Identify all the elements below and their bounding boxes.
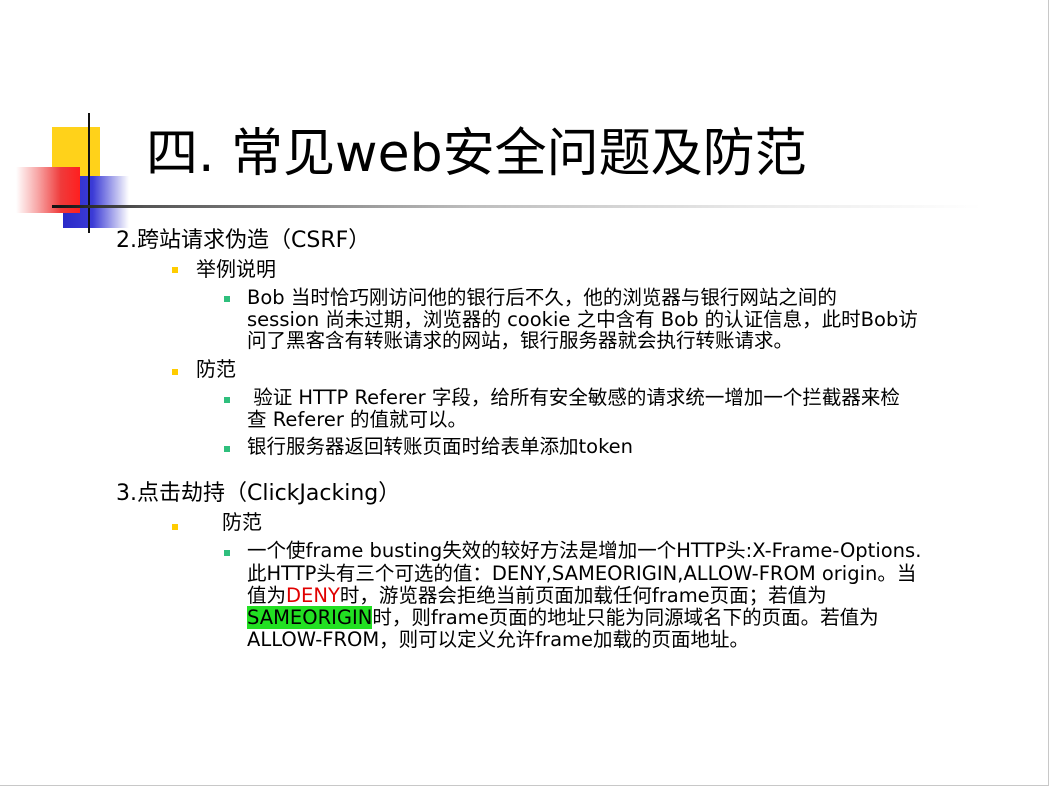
text-segment: 值为 <box>247 584 287 607</box>
paragraph-line: 问了黑客含有转账请求的网站，银行服务器就会执行转账请求。 <box>247 329 794 352</box>
paragraph-line: Bob 当时恰巧刚访问他的银行后不久，他的浏览器与银行网站之间的 <box>247 286 837 309</box>
item-label-example: 举例说明 <box>196 257 276 281</box>
level2-bullet <box>224 397 230 403</box>
paragraph-line: 值为DENY时，游览器会拒绝当前页面加载任何frame页面；若值为 <box>247 585 827 607</box>
paragraph-line: 此HTTP头有三个可选的值：DENY,SAMEORIGIN,ALLOW-FROM… <box>247 562 917 585</box>
level2-bullet <box>224 446 230 452</box>
text-segment: 时，游览器会拒绝当前页面加载任何frame页面；若值为 <box>339 584 827 607</box>
sameorigin-keyword: SAMEORIGIN <box>247 606 373 629</box>
level2-bullet <box>224 296 230 302</box>
level1-bullet <box>172 524 178 530</box>
logo-vertical-line <box>88 113 90 233</box>
title-underline <box>52 205 982 208</box>
section-heading-clickjacking: 3.点击劫持（ClickJacking） <box>116 481 401 506</box>
paragraph-line: 一个使frame busting失效的较好方法是增加一个HTTP头:X-Fram… <box>247 539 922 562</box>
deny-keyword: DENY <box>286 584 340 607</box>
paragraph-line: ALLOW-FROM，则可以定义允许frame加载的页面地址。 <box>247 628 750 651</box>
paragraph-line: 查 Referer 的值就可以。 <box>247 408 468 431</box>
level1-bullet <box>172 369 178 375</box>
paragraph-line: 银行服务器返回转账页面时给表单添加token <box>247 435 634 458</box>
item-label-defense: 防范 <box>222 510 262 534</box>
level2-bullet <box>224 550 230 556</box>
text-segment: 时，则frame页面的地址只能为同源域名下的页面。若值为 <box>372 606 879 629</box>
item-label-defense: 防范 <box>196 357 236 381</box>
paragraph-line: SAMEORIGIN时，则frame页面的地址只能为同源域名下的页面。若值为 <box>247 606 879 629</box>
paragraph-line: 验证 HTTP Referer 字段，给所有安全敏感的请求统一增加一个拦截器来检 <box>247 386 900 409</box>
section-heading-csrf: 2.跨站请求伪造（CSRF） <box>116 228 371 253</box>
level1-bullet <box>172 267 178 273</box>
paragraph-line: session 尚未过期，浏览器的 cookie 之中含有 Bob 的认证信息，… <box>247 308 918 331</box>
slide-title: 四. 常见web安全问题及防范 <box>146 124 807 184</box>
